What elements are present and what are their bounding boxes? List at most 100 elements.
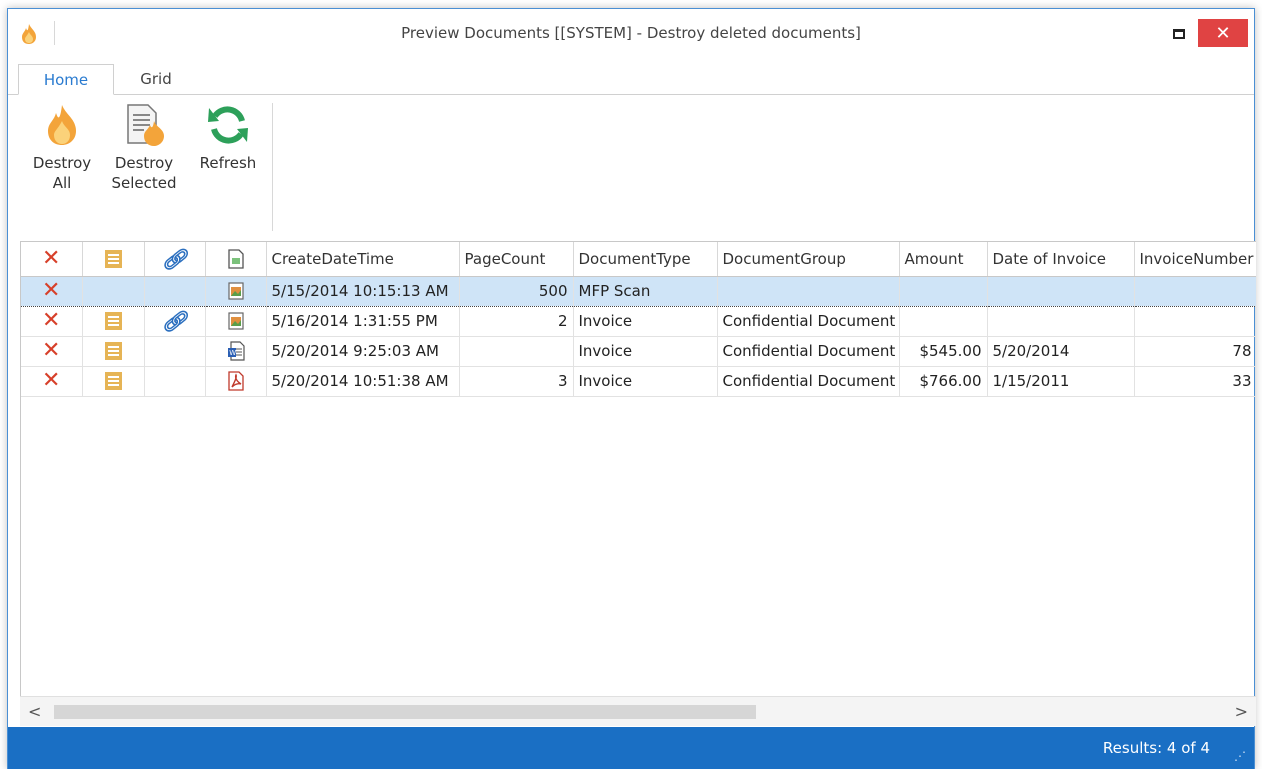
row-document-cell[interactable] [82, 366, 145, 397]
col-createdatetime[interactable]: CreateDateTime [266, 242, 460, 277]
window-title: Preview Documents [[SYSTEM] - Destroy de… [401, 24, 861, 42]
destroy-selected-label-1: Destroy [114, 154, 174, 172]
date-of-invoice-cell[interactable]: 5/20/2014 [987, 336, 1135, 367]
maximize-button[interactable] [1164, 22, 1194, 46]
col-file[interactable] [205, 242, 267, 277]
pagecount-cell[interactable] [459, 336, 574, 367]
row-file-cell[interactable]: W [205, 336, 267, 367]
link-icon[interactable]: 🔗︎ [162, 309, 187, 333]
table-row[interactable]: ✕ W 5/20/2014 9:25:03 AM Invoice Confidentia… [21, 336, 1256, 367]
pagecount-cell[interactable]: 2 [459, 306, 574, 337]
grid-header: ✕ 🔗︎ CreateDateTime PageCount DocumentTy… [21, 242, 1256, 277]
row-document-cell[interactable] [82, 306, 145, 337]
invoicenumber-cell[interactable]: 33 [1134, 366, 1256, 397]
horizontal-scrollbar[interactable]: < > [20, 696, 1256, 726]
delete-x-icon[interactable]: ✕ [42, 338, 60, 363]
tab-home[interactable]: Home [18, 64, 114, 95]
row-file-cell[interactable] [205, 366, 267, 397]
invoicenumber-cell[interactable] [1134, 306, 1256, 337]
scroll-right-arrow[interactable]: > [1235, 702, 1248, 721]
row-file-cell[interactable] [205, 306, 267, 337]
date-of-invoice-cell[interactable] [987, 306, 1135, 337]
documentgroup-cell[interactable]: Confidential Document [717, 306, 900, 337]
createdatetime-cell[interactable]: 5/16/2014 1:31:55 PM [266, 306, 460, 337]
document-icon[interactable] [104, 372, 122, 391]
col-delete[interactable]: ✕ [21, 242, 83, 277]
amount-cell[interactable]: $766.00 [899, 366, 988, 397]
delete-x-icon[interactable]: ✕ [42, 368, 60, 393]
col-documenttype[interactable]: DocumentType [573, 242, 718, 277]
col-documentgroup[interactable]: DocumentGroup [717, 242, 900, 277]
destroy-all-label-1: Destroy [32, 154, 92, 172]
delete-x-icon[interactable]: ✕ [42, 308, 60, 333]
amount-cell[interactable] [899, 306, 988, 337]
delete-x-icon[interactable]: ✕ [42, 278, 60, 303]
tab-grid[interactable]: Grid [118, 64, 194, 95]
scroll-thumb[interactable] [54, 705, 756, 719]
col-invoicenumber[interactable]: InvoiceNumber [1134, 242, 1256, 277]
documentgroup-cell[interactable] [717, 275, 900, 307]
image-file-icon[interactable] [227, 282, 245, 300]
delete-x-icon: ✕ [42, 245, 61, 271]
refresh-button[interactable]: Refresh [192, 103, 264, 173]
table-row[interactable]: ✕ 🔗︎ 5/16/2014 1:31:55 PM 2 Invoice Confident… [21, 306, 1256, 337]
row-delete-cell[interactable]: ✕ [21, 336, 83, 367]
documenttype-cell[interactable]: MFP Scan [573, 275, 718, 307]
ribbon-tabs: Home Grid [8, 64, 1254, 95]
link-icon: 🔗︎ [161, 246, 188, 271]
invoicenumber-cell[interactable] [1134, 275, 1256, 307]
pdf-file-icon[interactable] [227, 371, 245, 391]
documentgroup-cell[interactable]: Confidential Document [717, 336, 900, 367]
invoicenumber-cell[interactable]: 78 [1134, 336, 1256, 367]
file-icon [227, 249, 244, 269]
resize-grip-icon[interactable]: ⋰ [1234, 749, 1246, 763]
destroy-all-label-2: All [52, 174, 72, 192]
row-link-cell[interactable] [144, 275, 206, 307]
document-flame-icon [127, 104, 164, 146]
row-document-cell[interactable] [82, 275, 145, 307]
row-document-cell[interactable] [82, 336, 145, 367]
documenttype-cell[interactable]: Invoice [573, 336, 718, 367]
documenttype-cell[interactable]: Invoice [573, 306, 718, 337]
documenttype-cell[interactable]: Invoice [573, 366, 718, 397]
word-file-icon[interactable]: W [227, 341, 245, 361]
refresh-icon [208, 106, 248, 144]
image-file-icon[interactable] [227, 312, 245, 330]
createdatetime-cell[interactable]: 5/20/2014 9:25:03 AM [266, 336, 460, 367]
amount-cell[interactable]: $545.00 [899, 336, 988, 367]
destroy-selected-button[interactable]: Destroy Selected [106, 103, 182, 193]
destroy-all-button[interactable]: Destroy All [24, 103, 100, 193]
preview-documents-window: Preview Documents [[SYSTEM] - Destroy de… [7, 8, 1256, 769]
row-delete-cell[interactable]: ✕ [21, 275, 83, 307]
document-icon[interactable] [104, 342, 122, 361]
amount-cell[interactable] [899, 275, 988, 307]
document-icon[interactable] [104, 312, 122, 331]
createdatetime-cell[interactable]: 5/20/2014 10:51:38 AM [266, 366, 460, 397]
col-document[interactable] [82, 242, 145, 277]
row-delete-cell[interactable]: ✕ [21, 306, 83, 337]
row-link-cell[interactable]: 🔗︎ [144, 306, 206, 337]
row-link-cell[interactable] [144, 366, 206, 397]
documentgroup-cell[interactable]: Confidential Document [717, 366, 900, 397]
title-bar: Preview Documents [[SYSTEM] - Destroy de… [8, 9, 1254, 57]
col-date-of-invoice[interactable]: Date of Invoice [987, 242, 1135, 277]
col-link[interactable]: 🔗︎ [144, 242, 206, 277]
date-of-invoice-cell[interactable] [987, 275, 1135, 307]
row-link-cell[interactable] [144, 336, 206, 367]
pagecount-cell[interactable]: 500 [459, 275, 574, 307]
table-row[interactable]: ✕ 5/20/2014 10:51:38 AM 3 Invoice Confidenti… [21, 366, 1256, 397]
table-row[interactable]: ✕ 5/15/2014 10:15:13 AM 500 MFP Scan [21, 275, 1256, 307]
row-file-cell[interactable] [205, 275, 267, 307]
date-of-invoice-cell[interactable]: 1/15/2011 [987, 366, 1135, 397]
document-icon [104, 250, 122, 268]
ribbon-home: Destroy All Destroy Selected Refresh [8, 95, 1254, 240]
col-pagecount[interactable]: PageCount [459, 242, 574, 277]
row-delete-cell[interactable]: ✕ [21, 366, 83, 397]
destroy-selected-label-2: Selected [111, 174, 177, 192]
close-button[interactable]: ✕ [1198, 19, 1248, 47]
maximize-icon [1173, 29, 1185, 39]
scroll-left-arrow[interactable]: < [28, 702, 41, 721]
pagecount-cell[interactable]: 3 [459, 366, 574, 397]
col-amount[interactable]: Amount [899, 242, 988, 277]
createdatetime-cell[interactable]: 5/15/2014 10:15:13 AM [266, 275, 460, 307]
